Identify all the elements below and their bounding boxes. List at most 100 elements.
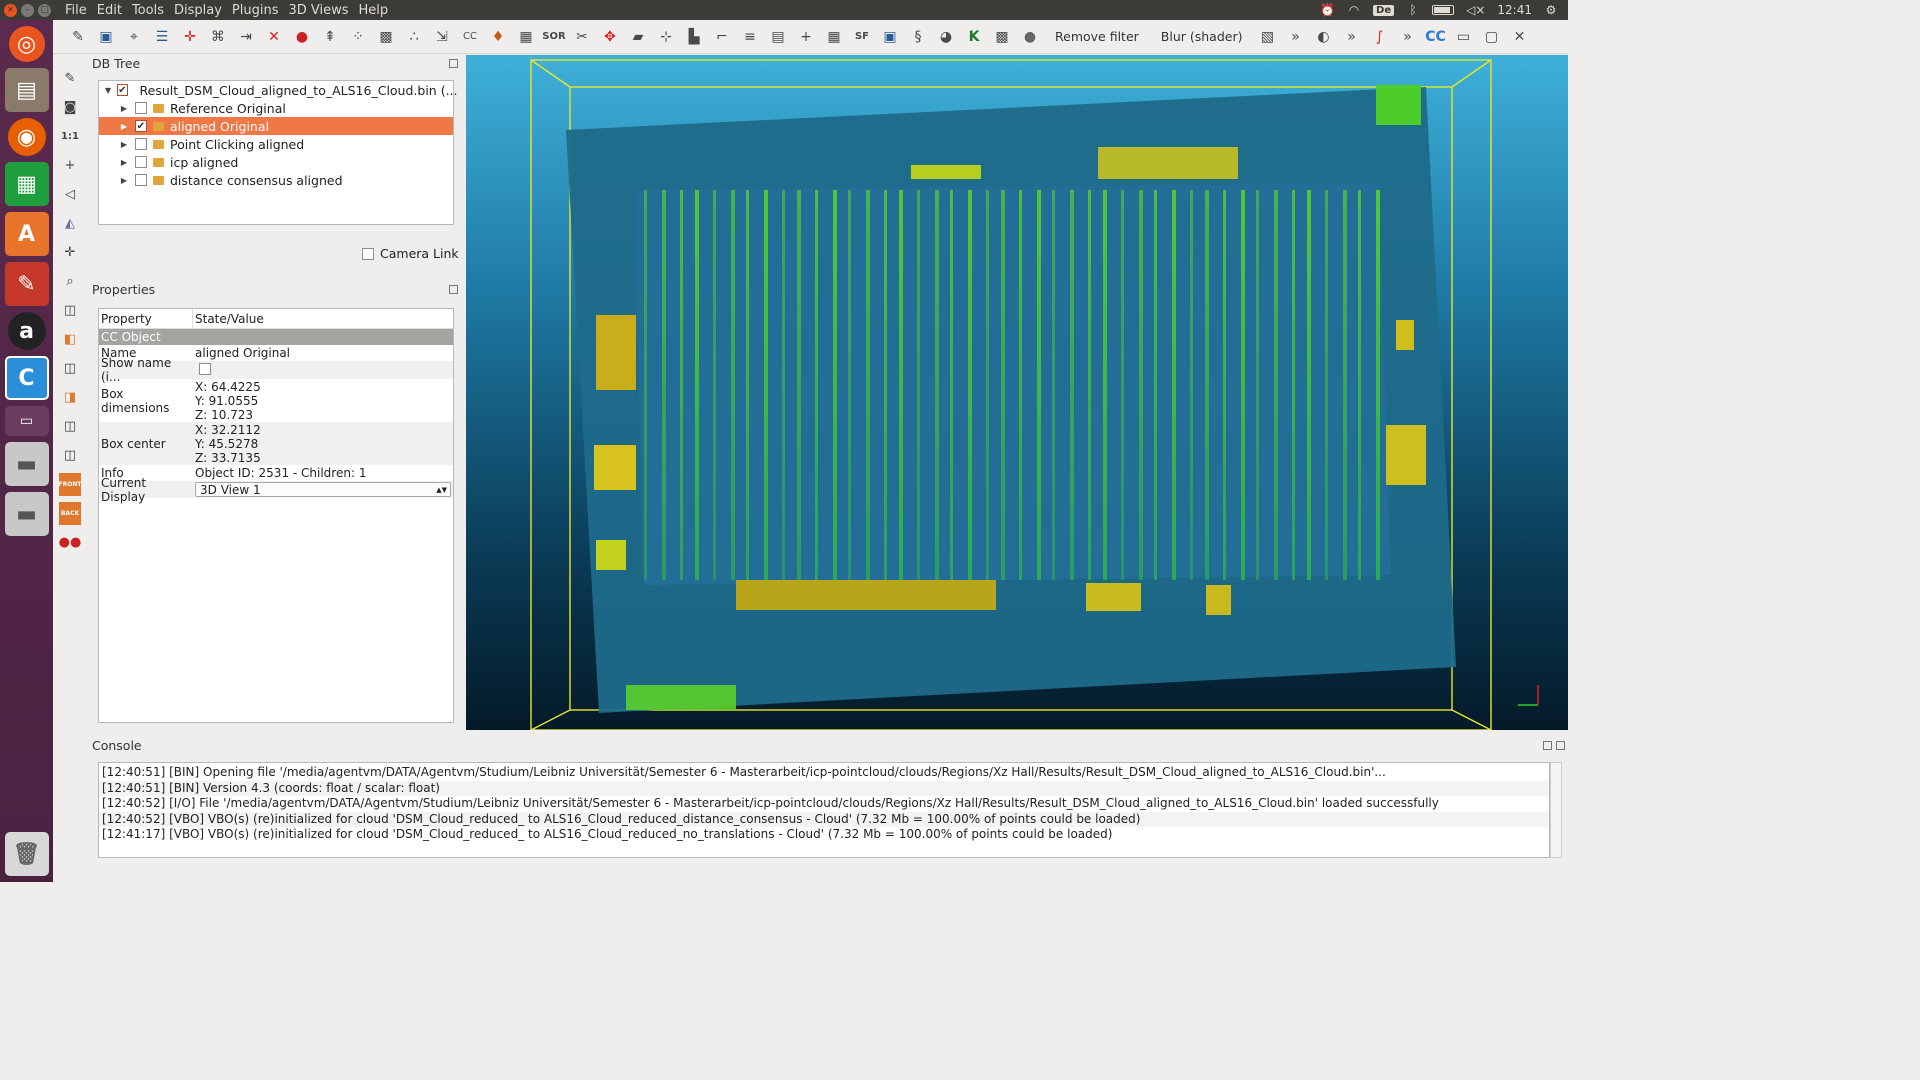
- workspace-switcher-icon[interactable]: ▭: [4, 406, 49, 436]
- tree-row-reference-original[interactable]: ▶ Reference Original: [99, 99, 453, 117]
- lighting-icon[interactable]: ◭: [59, 212, 81, 235]
- view-bottom-icon[interactable]: ◫: [59, 415, 81, 438]
- normals-icon[interactable]: ⇞: [319, 26, 341, 48]
- kd-icon[interactable]: ◐: [1312, 26, 1334, 48]
- camera-link[interactable]: Camera Link: [362, 246, 459, 261]
- curve-icon[interactable]: ∫: [1368, 26, 1390, 48]
- toolbar-overflow-2[interactable]: »: [1340, 26, 1362, 48]
- plane-icon[interactable]: ▰: [627, 26, 649, 48]
- col-value-header[interactable]: State/Value: [193, 309, 266, 328]
- blur-shader-button[interactable]: Blur (shader): [1161, 29, 1243, 44]
- volume-muted-icon[interactable]: ◁×: [1466, 3, 1485, 17]
- axes-icon[interactable]: ⊹: [655, 26, 677, 48]
- disk-drive-2-icon[interactable]: ▬: [4, 492, 49, 536]
- software-center-icon[interactable]: A: [4, 212, 49, 256]
- restore-icon[interactable]: ▭: [1452, 26, 1474, 48]
- open-file-icon[interactable]: ✎: [67, 26, 89, 48]
- toolbar-overflow-1[interactable]: »: [1284, 26, 1306, 48]
- rotation-center-icon[interactable]: ✛: [59, 241, 81, 264]
- delete-icon[interactable]: ✕: [263, 26, 285, 48]
- menu-plugins[interactable]: Plugins: [232, 3, 279, 18]
- firefox-icon[interactable]: ◉: [7, 118, 46, 156]
- alarm-clock-icon[interactable]: ⏰: [1320, 3, 1335, 17]
- film-icon[interactable]: ▣: [879, 26, 901, 48]
- close-doc-icon[interactable]: ✕: [1508, 26, 1530, 48]
- sample-points-icon[interactable]: ∴: [403, 26, 425, 48]
- save-icon[interactable]: ▣: [95, 26, 117, 48]
- clock[interactable]: 12:41: [1497, 3, 1532, 17]
- amazon-icon[interactable]: a: [7, 312, 46, 350]
- view-top-icon[interactable]: ◫: [59, 299, 81, 322]
- menu-3d-views[interactable]: 3D Views: [288, 3, 348, 18]
- zoom-icon[interactable]: ⌕: [59, 270, 81, 293]
- align-icon[interactable]: ⇲: [431, 26, 453, 48]
- tree-row-icp-aligned[interactable]: ▶ icp aligned: [99, 153, 453, 171]
- menu-tools[interactable]: Tools: [132, 3, 164, 18]
- console-float-icon[interactable]: [1543, 741, 1552, 750]
- move-icon[interactable]: ✥: [599, 26, 621, 48]
- add-icon[interactable]: +: [795, 26, 817, 48]
- disk-drive-icon[interactable]: ▬: [4, 442, 49, 486]
- swirl-icon[interactable]: §: [907, 26, 929, 48]
- db-tree[interactable]: ▼ ✔ Result_DSM_Cloud_aligned_to_ALS16_Cl…: [98, 80, 458, 225]
- point-picking-icon[interactable]: ✛: [179, 26, 201, 48]
- scalar-field-icon[interactable]: SF: [851, 26, 873, 48]
- tree-row-aligned-original[interactable]: ▶ ✔ aligned Original: [99, 117, 453, 135]
- sphere-icon[interactable]: ●: [1019, 26, 1041, 48]
- toolbar-overflow-3[interactable]: »: [1396, 26, 1418, 48]
- list-icon[interactable]: ☰: [151, 26, 173, 48]
- expand-arrow-icon[interactable]: ▶: [119, 158, 129, 167]
- expand-arrow-icon[interactable]: ▶: [119, 122, 129, 131]
- battery-icon[interactable]: [1432, 5, 1455, 15]
- flickr-dots-icon[interactable]: ●●: [59, 531, 82, 554]
- k-plugin-icon[interactable]: K: [963, 26, 985, 48]
- hpr-icon[interactable]: ◕: [935, 26, 957, 48]
- visibility-checkbox[interactable]: [135, 138, 147, 150]
- system-settings-icon[interactable]: ✎: [4, 262, 49, 306]
- expand-arrow-icon[interactable]: ▶: [119, 104, 129, 113]
- console-scrollbar[interactable]: [1550, 762, 1562, 858]
- view-back-icon[interactable]: BACK: [59, 502, 81, 525]
- scalar-max-icon[interactable]: ≡: [739, 26, 761, 48]
- view-right-icon[interactable]: ◨: [59, 386, 81, 409]
- visibility-checkbox[interactable]: [135, 156, 147, 168]
- shader-icon[interactable]: ▧: [1256, 26, 1278, 48]
- merge-icon[interactable]: ●: [291, 26, 313, 48]
- current-display-select[interactable]: 3D View 1 ▲▼: [195, 482, 451, 497]
- calculator-icon[interactable]: ▦: [823, 26, 845, 48]
- visibility-checkbox[interactable]: ✔: [135, 120, 147, 132]
- minimize-window-button[interactable]: –: [21, 3, 34, 17]
- tree-row-point-clicking-aligned[interactable]: ▶ Point Clicking aligned: [99, 135, 453, 153]
- camera-icon[interactable]: ◙: [59, 96, 81, 119]
- pivot-icon[interactable]: +: [59, 154, 81, 177]
- maximize-window-button[interactable]: □: [38, 3, 51, 17]
- console-close-icon[interactable]: [1556, 741, 1565, 750]
- power-gear-icon[interactable]: ⚙: [1544, 3, 1558, 17]
- stack-icon[interactable]: ▩: [991, 26, 1013, 48]
- select-entities-icon[interactable]: ⌖: [123, 26, 145, 48]
- ubuntu-dash-icon[interactable]: ◎: [8, 26, 45, 62]
- properties-float-icon[interactable]: [449, 285, 458, 294]
- cross-section-icon[interactable]: ✂: [571, 26, 593, 48]
- perspective-icon[interactable]: ◁: [59, 183, 81, 206]
- col-property-header[interactable]: Property: [99, 309, 193, 328]
- properties-table[interactable]: Property State/Value CC Object Name alig…: [98, 308, 454, 723]
- bluetooth-icon[interactable]: ᛒ: [1406, 3, 1420, 17]
- zoom-one-to-one-button[interactable]: 1:1: [59, 125, 81, 148]
- menu-help[interactable]: Help: [359, 3, 389, 18]
- libreoffice-calc-icon[interactable]: ▦: [4, 162, 49, 206]
- maximize-icon[interactable]: ▢: [1480, 26, 1502, 48]
- close-window-button[interactable]: ×: [4, 3, 17, 17]
- dbtree-float-icon[interactable]: [449, 59, 458, 68]
- translate-rotate-icon[interactable]: ⇥: [235, 26, 257, 48]
- view-iso-icon[interactable]: ◫: [59, 444, 81, 467]
- cloudcompare-icon[interactable]: C: [4, 356, 49, 400]
- view-front-cube-icon[interactable]: ◧: [59, 328, 81, 351]
- console-log[interactable]: [12:40:51] [BIN] Opening file '/media/ag…: [98, 762, 1550, 858]
- tree-row-root[interactable]: ▼ ✔ Result_DSM_Cloud_aligned_to_ALS16_Cl…: [99, 81, 458, 99]
- segment-icon[interactable]: ⌘: [207, 26, 229, 48]
- menu-edit[interactable]: Edit: [97, 3, 122, 18]
- keyboard-layout-indicator[interactable]: De: [1373, 4, 1395, 16]
- menu-file[interactable]: File: [65, 3, 87, 18]
- camera-link-checkbox[interactable]: [362, 247, 374, 260]
